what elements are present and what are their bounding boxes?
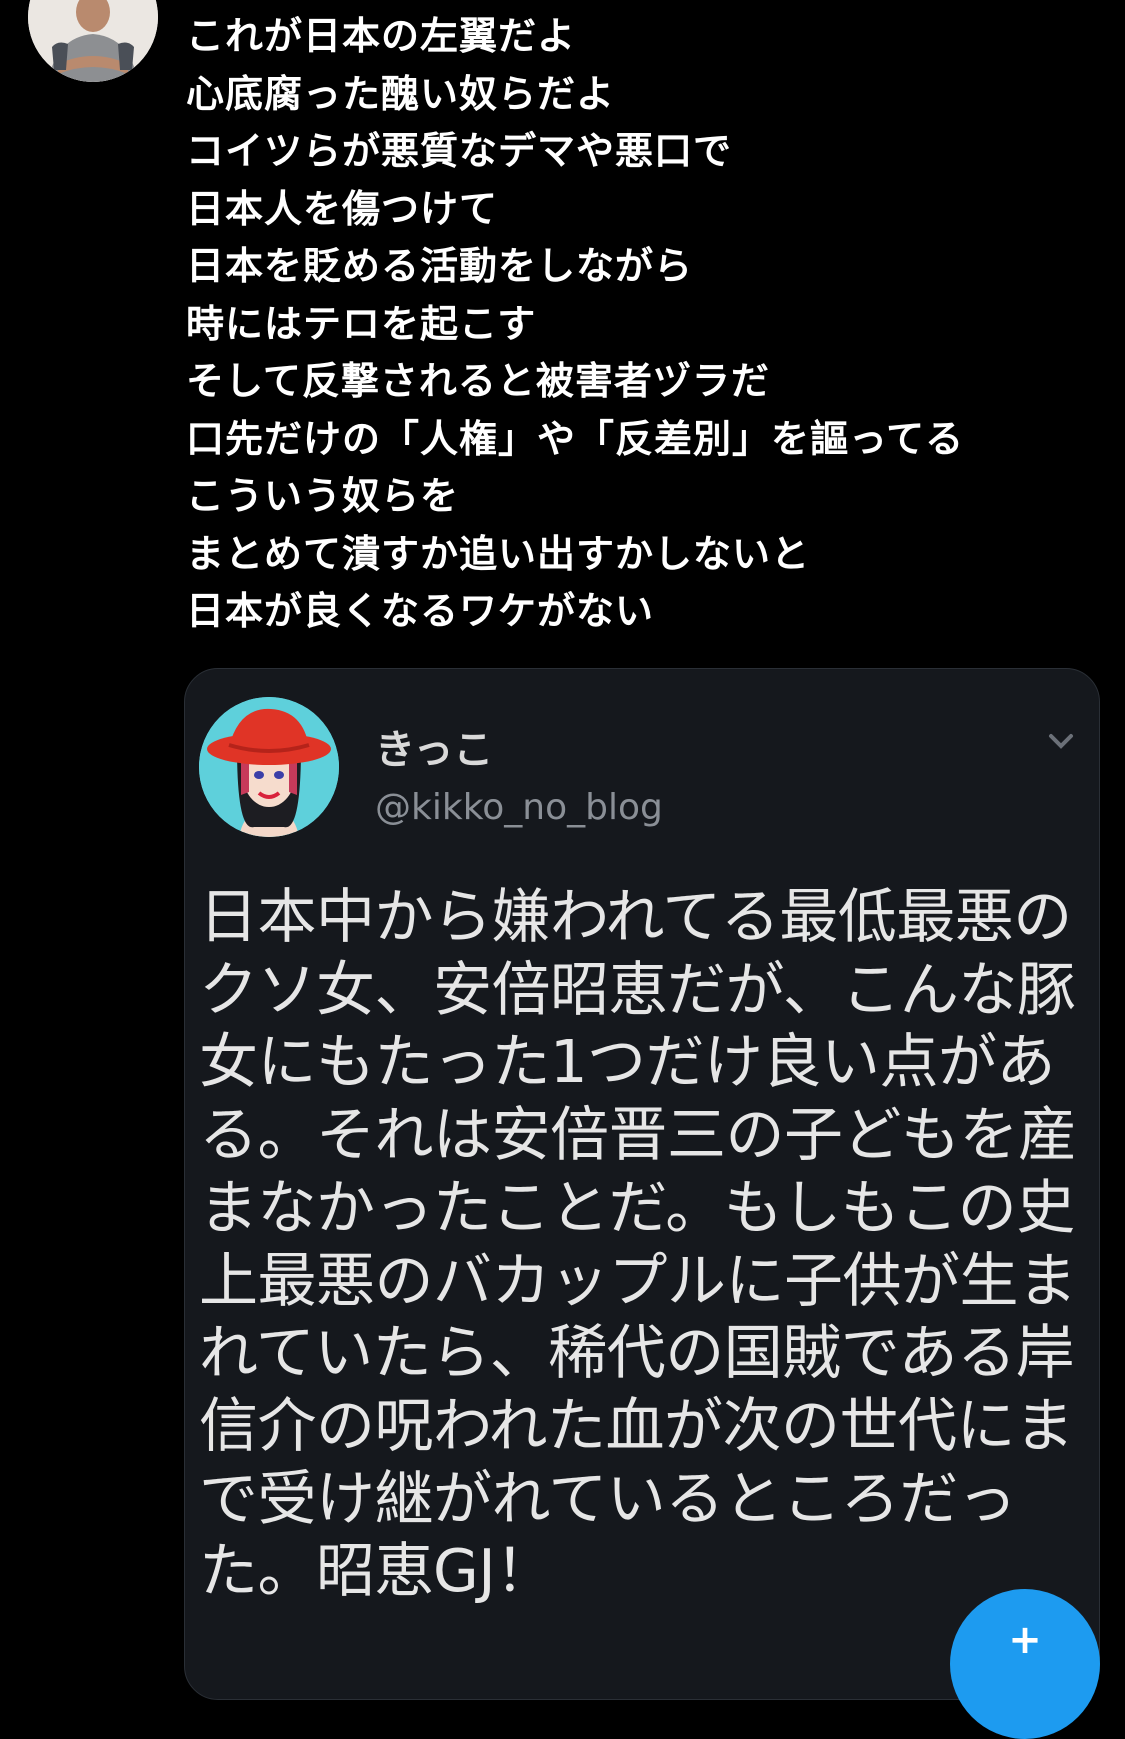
quoted-tweet-line: で受け継がれているところだっ	[199, 1463, 1017, 1533]
tweet-line: 日本を貶める活動をしながら	[186, 244, 694, 288]
quoted-tweet-line: 上最悪のバカップルに子供が生ま	[199, 1245, 1077, 1315]
tweet-line: コイツらが悪質なデマや悪口で	[186, 129, 733, 173]
compose-tweet-button[interactable]: +	[950, 1589, 1100, 1739]
plus-icon: +	[1008, 1617, 1042, 1663]
quoted-tweet-line: まなかったことだ。もしもこの史	[199, 1172, 1075, 1242]
tweet-line: こういう奴らを	[186, 474, 460, 518]
tweet-line: これが日本の左翼だよ	[186, 14, 577, 58]
quoted-tweet-line: 女にもたった1つだけ良い点があ	[199, 1027, 1056, 1097]
quoted-tweet-line: クソ女、安倍昭恵だが、こんな豚	[199, 954, 1076, 1024]
author-avatar[interactable]	[28, 0, 158, 82]
quoted-tweet-line: る。それは安倍晋三の子どもを産	[199, 1100, 1077, 1170]
quoted-author-handle[interactable]: @kikko_no_blog	[375, 787, 663, 828]
quoted-tweet-line: 信介の呪われた血が次の世代にま	[199, 1390, 1074, 1460]
quoted-tweet-card[interactable]: きっこ @kikko_no_blog 日本中から嫌われてる最低最悪の クソ女、安…	[184, 668, 1100, 1700]
tweet-line: 心底腐った醜い奴らだよ	[186, 71, 616, 116]
quoted-author-name[interactable]: きっこ	[375, 717, 493, 775]
tweet-text: これが日本の左翼だよ 心底腐った醜い奴らだよ コイツらが悪質なデマや悪口で 日本…	[186, 8, 1086, 641]
quoted-tweet-line: た。昭恵GJ！	[199, 1536, 554, 1606]
quoted-tweet-line: 日本中から嫌われてる最低最悪の	[199, 882, 1072, 951]
tweet-line: 日本人を傷つけて	[186, 186, 499, 231]
tweet-line: 時にはテロを起こす	[186, 301, 537, 346]
chevron-down-icon[interactable]	[1041, 721, 1081, 761]
quoted-tweet-line: れていたら、稀代の国賊である岸	[199, 1318, 1075, 1388]
tweet-line: まとめて潰すか追い出すかしないと	[186, 531, 811, 576]
tweet-line: 口先だけの「人権」や「反差別」を謳ってる	[186, 416, 965, 461]
tweet-line: そして反撃されると被害者ヅラだ	[186, 359, 770, 403]
tweet-line: 日本が良くなるワケがない	[186, 589, 655, 633]
quoted-author-avatar[interactable]	[199, 697, 339, 837]
quoted-tweet-text: 日本中から嫌われてる最低最悪の クソ女、安倍昭恵だが、こんな豚 女にもたった1つ…	[199, 881, 1089, 1608]
